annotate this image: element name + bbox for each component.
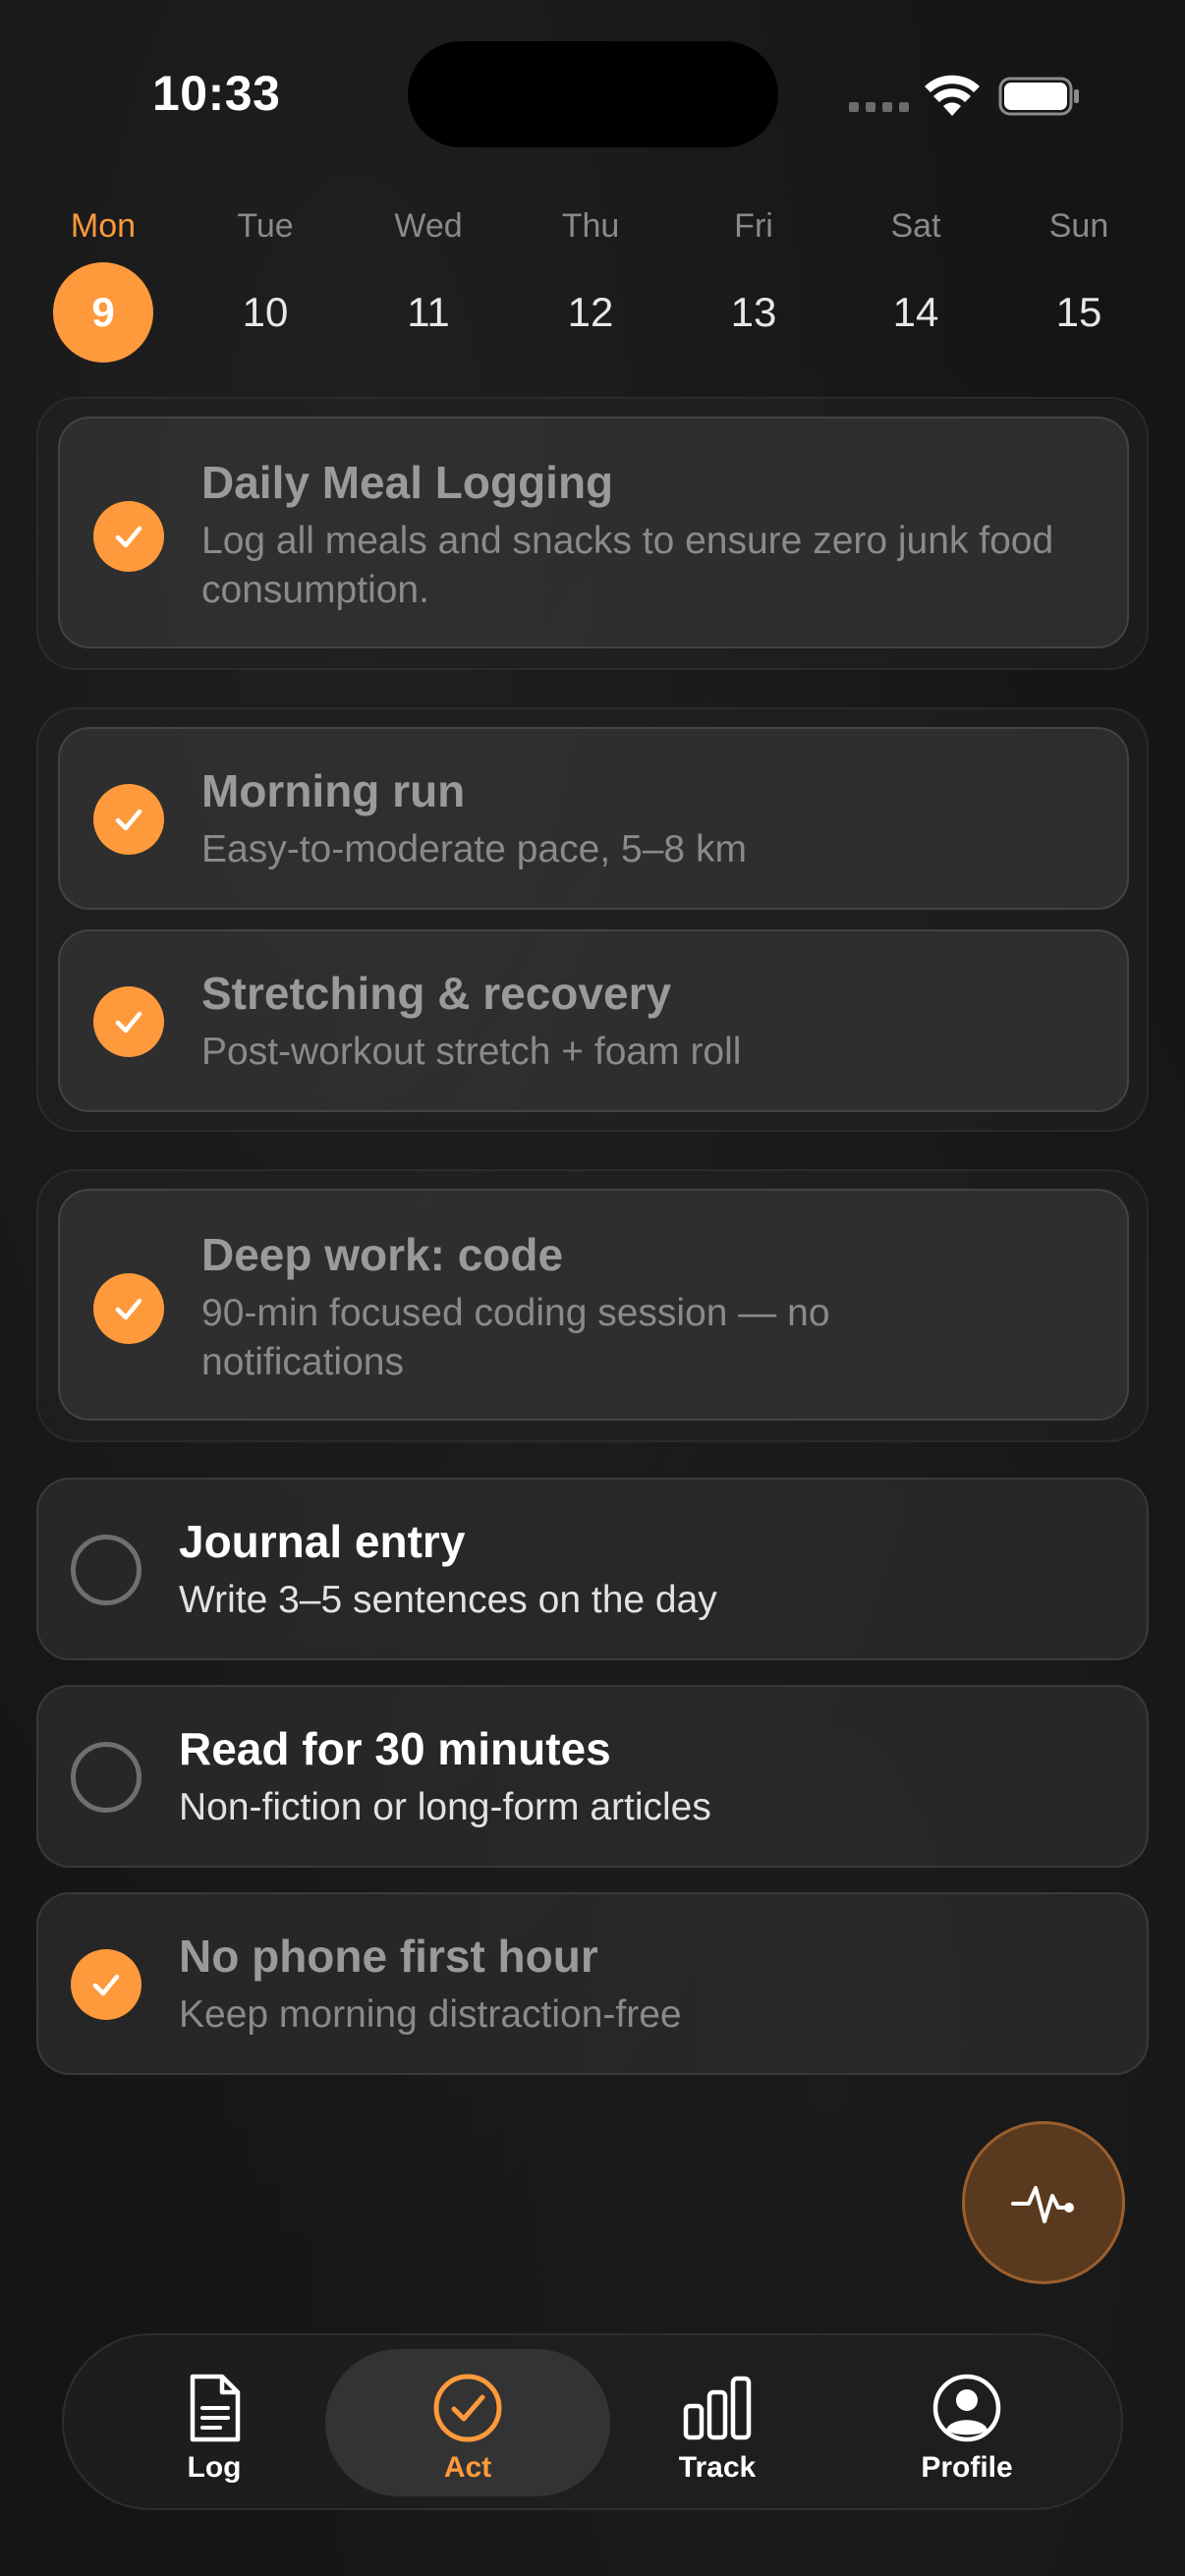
task-description: Log all meals and snacks to ensure zero …: [201, 520, 1054, 611]
checkmark-icon: [115, 526, 142, 548]
checkmark-icon: [115, 1298, 142, 1320]
task-group-fitness: Morning run Easy-to-moderate pace, 5–8 k…: [36, 707, 1149, 1132]
task-checkbox-checked[interactable]: [93, 784, 164, 855]
task-title: Deep work: code: [201, 1229, 564, 1280]
day-mon[interactable]: Mon 9: [34, 201, 172, 363]
task-card-journal[interactable]: Journal entry Write 3–5 sentences on the…: [36, 1478, 1149, 1660]
task-checkbox-checked[interactable]: [93, 1273, 164, 1344]
task-title: Morning run: [201, 765, 466, 816]
task-title: Read for 30 minutes: [179, 1723, 611, 1774]
task-card-meal-logging[interactable]: Daily Meal Logging Log all meals and sna…: [58, 417, 1129, 648]
wifi-icon: [925, 75, 980, 116]
tab-track[interactable]: Track: [575, 2349, 860, 2496]
activity-pulse-icon: [1011, 2186, 1074, 2223]
day-name: Sun: [1048, 207, 1109, 245]
task-checkbox-unchecked[interactable]: [71, 1742, 141, 1813]
task-title: Daily Meal Logging: [201, 457, 614, 508]
day-number: 11: [407, 289, 450, 335]
status-bar: 10:33: [0, 0, 1185, 196]
battery-icon: [998, 77, 1079, 116]
task-title: Stretching & recovery: [201, 968, 672, 1019]
task-card-deep-work[interactable]: Deep work: code 90-min focused coding se…: [58, 1189, 1129, 1421]
task-card-morning-run[interactable]: Morning run Easy-to-moderate pace, 5–8 k…: [58, 727, 1129, 910]
task-description: Write 3–5 sentences on the day: [179, 1579, 717, 1621]
day-sat[interactable]: Sat 14: [847, 201, 985, 363]
tab-profile[interactable]: Profile: [824, 2349, 1109, 2496]
task-description: Easy-to-moderate pace, 5–8 km: [201, 828, 747, 870]
week-strip: Mon 9 Tue 10 Wed 11 Thu 12 Fri 13 Sat 14…: [0, 201, 1185, 368]
day-name: Wed: [394, 207, 463, 245]
checkmark-icon: [115, 809, 142, 831]
checkmark-icon: [92, 1974, 120, 1996]
tab-label: Log: [187, 2451, 242, 2484]
task-card-no-phone[interactable]: No phone first hour Keep morning distrac…: [36, 1892, 1149, 2075]
task-group-nutrition: Daily Meal Logging Log all meals and sna…: [36, 397, 1149, 670]
task-card-stretching[interactable]: Stretching & recovery Post-workout stret…: [58, 929, 1129, 1112]
day-number: 13: [730, 289, 777, 335]
task-title: Journal entry: [179, 1516, 466, 1567]
day-sun[interactable]: Sun 15: [1010, 201, 1148, 363]
bottom-tab-bar: Log Act Track Profile: [62, 2333, 1123, 2510]
task-card-read[interactable]: Read for 30 minutes Non-fiction or long-…: [36, 1685, 1149, 1868]
task-checkbox-checked[interactable]: [93, 986, 164, 1057]
day-number: 12: [567, 289, 614, 335]
day-tue[interactable]: Tue 10: [197, 201, 334, 363]
task-checkbox-checked[interactable]: [93, 501, 164, 572]
status-time: 10:33: [152, 66, 281, 121]
day-wed[interactable]: Wed 11: [360, 201, 497, 363]
day-number: 14: [892, 289, 939, 335]
activity-fab-button[interactable]: [962, 2121, 1125, 2284]
day-number: 9: [53, 262, 153, 363]
bar-chart-icon: [683, 2376, 752, 2440]
task-description: 90-min focused coding session — no notif…: [201, 1292, 830, 1383]
task-description: Keep morning distraction-free: [179, 1993, 682, 2036]
checkmark-icon: [115, 1011, 142, 1034]
tab-act[interactable]: Act: [325, 2349, 610, 2496]
dynamic-island: [408, 41, 778, 147]
day-number: 15: [1055, 289, 1102, 335]
day-name: Thu: [561, 207, 620, 245]
tab-label: Track: [678, 2451, 757, 2484]
tab-label: Profile: [921, 2451, 1013, 2484]
day-name: Mon: [70, 207, 137, 245]
task-title: No phone first hour: [179, 1931, 598, 1982]
day-number: 10: [242, 289, 289, 335]
checkmark-circle-icon: [433, 2374, 502, 2442]
document-icon: [190, 2374, 241, 2442]
day-thu[interactable]: Thu 12: [522, 201, 659, 363]
task-description: Post-workout stretch + foam roll: [201, 1031, 742, 1073]
day-fri[interactable]: Fri 13: [685, 201, 822, 363]
day-name: Tue: [237, 207, 294, 245]
task-description: Non-fiction or long-form articles: [179, 1786, 711, 1828]
day-name: Fri: [734, 207, 773, 245]
person-circle-icon: [932, 2374, 1001, 2442]
tab-log[interactable]: Log: [72, 2349, 357, 2496]
cellular-signal-icon: [849, 102, 909, 112]
task-checkbox-checked[interactable]: [71, 1949, 141, 2020]
task-checkbox-unchecked[interactable]: [71, 1535, 141, 1605]
tab-label: Act: [443, 2451, 492, 2484]
task-group-work: Deep work: code 90-min focused coding se…: [36, 1169, 1149, 1442]
day-name: Sat: [890, 207, 941, 245]
